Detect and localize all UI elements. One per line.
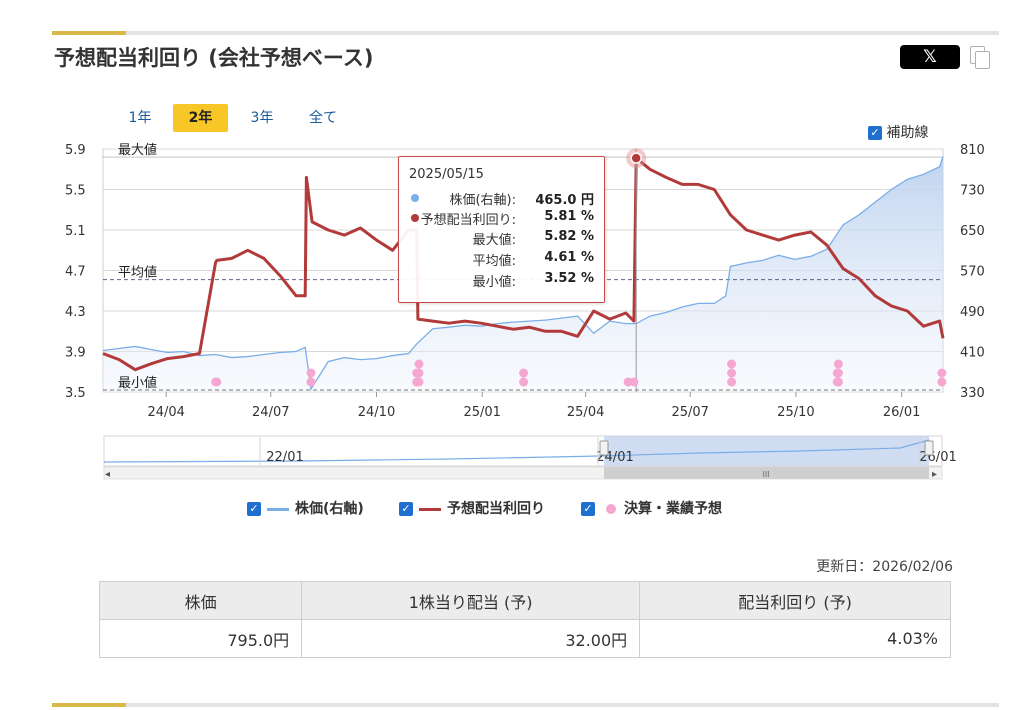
right-axis-tick: 410: [960, 346, 985, 361]
reference-label: 平均値: [118, 265, 157, 281]
event-dot: [519, 377, 529, 387]
event-dot: [833, 377, 843, 387]
x-axis-tick: 25/07: [671, 405, 708, 420]
right-axis-tick: 650: [960, 224, 985, 239]
tooltip-row: 平均値: 4.61 %: [399, 250, 594, 270]
right-axis-tick: 490: [960, 305, 985, 320]
x-axis-tick: 24/07: [252, 405, 289, 420]
left-axis-tick: 5.5: [65, 184, 86, 199]
tooltip-label: 最大値:: [472, 233, 516, 248]
scroll-grip-icon: III: [762, 470, 769, 479]
summary-table: 株価 1株当り配当 (予) 配当利回り (予) 795.0円 32.00円 4.…: [98, 581, 951, 658]
x-axis-tick: 25/01: [463, 405, 500, 420]
legend-item-yield[interactable]: ✓ 予想配当利回り: [399, 499, 545, 519]
event-dot: [937, 377, 947, 387]
line-swatch-icon: [419, 507, 441, 511]
legend-label: 決算・業績予想: [624, 501, 722, 517]
tooltip-value: 465.0 円: [535, 193, 594, 208]
tooltip-row: 最小値: 3.52 %: [399, 271, 594, 291]
tooltip-label: 予想配当利回り:: [420, 213, 516, 228]
tooltip-value: 5.82 %: [544, 229, 594, 244]
left-axis-tick: 3.5: [65, 386, 86, 401]
scroll-right-icon: ▸: [932, 469, 937, 480]
x-axis-tick: 25/10: [777, 405, 814, 420]
tooltip-row: 予想配当利回り: 5.81 %: [399, 209, 594, 229]
range-navigator: 22/01 24/01 26/01◂ ▸III: [103, 435, 957, 480]
event-dot: [833, 359, 843, 369]
checkbox-icon[interactable]: ✓: [247, 502, 261, 516]
right-axis-tick: 730: [960, 184, 985, 199]
tooltip-row: 株価(右軸): 465.0 円: [399, 189, 594, 209]
value-dividend: 32.00円: [301, 619, 641, 658]
value-yield: 4.03%: [639, 619, 951, 658]
scroll-left-icon: ◂: [105, 469, 110, 480]
event-dot: [414, 359, 424, 369]
tooltip: 2025/05/15 株価(右軸): 465.0 円 予想配当利回り: 5.81…: [398, 156, 605, 303]
event-dot: [414, 377, 424, 387]
updated-date: 更新日：2026/02/06: [816, 559, 953, 575]
checkbox-icon[interactable]: ✓: [399, 502, 413, 516]
yield-dot-icon: [411, 214, 419, 222]
tooltip-label: 最小値:: [472, 275, 516, 290]
tooltip-value: 3.52 %: [544, 271, 594, 286]
event-dot: [629, 377, 639, 387]
navigator-handle: [599, 440, 609, 456]
x-axis-tick: 24/04: [147, 405, 184, 420]
checkbox-icon[interactable]: ✓: [581, 502, 595, 516]
price-dot-icon: [411, 194, 419, 202]
header-price: 株価: [98, 581, 303, 620]
right-axis-tick: 330: [960, 386, 985, 401]
value-price: 795.0円: [98, 619, 303, 658]
line-swatch-icon: [267, 507, 289, 511]
tooltip-label: 株価(右軸):: [449, 193, 516, 208]
event-dot: [727, 359, 737, 369]
event-dot: [519, 368, 529, 378]
legend-label: 株価(右軸): [295, 501, 364, 517]
event-dot: [937, 368, 947, 378]
right-axis-tick: 570: [960, 265, 985, 280]
x-axis-tick: 25/04: [567, 405, 604, 420]
event-dot: [727, 368, 737, 378]
event-dot: [306, 377, 316, 387]
x-axis-tick: 24/10: [358, 405, 395, 420]
left-axis-tick: 5.1: [65, 224, 86, 239]
header-dividend: 1株当り配当 (予): [301, 581, 641, 620]
left-axis-tick: 4.3: [65, 305, 86, 320]
x-axis-tick: 26/01: [883, 405, 920, 420]
summary-value-row: 795.0円 32.00円 4.03%: [98, 619, 951, 658]
hover-point: [630, 152, 642, 164]
event-dot: [306, 368, 316, 378]
navigator-label: 22/01: [266, 450, 303, 465]
legend-item-price[interactable]: ✓ 株価(右軸): [247, 499, 364, 519]
header-yield: 配当利回り (予): [639, 581, 951, 620]
event-dot: [414, 368, 424, 378]
summary-header-row: 株価 1株当り配当 (予) 配当利回り (予): [98, 581, 951, 620]
event-dot: [212, 377, 222, 387]
left-axis-tick: 3.9: [65, 346, 86, 361]
tooltip-value: 5.81 %: [544, 209, 594, 224]
reference-label: 最大値: [118, 142, 157, 158]
reference-label: 最小値: [118, 375, 157, 391]
left-axis-tick: 4.7: [65, 265, 86, 280]
tooltip-value: 4.61 %: [544, 250, 594, 265]
tooltip-label: 平均値:: [472, 254, 516, 269]
bottom-accent-bar: [52, 703, 999, 707]
dot-swatch-icon: [606, 504, 616, 514]
event-dot: [833, 368, 843, 378]
navigator-handle: [924, 440, 934, 456]
navigator-selection: [604, 436, 929, 466]
tooltip-date: 2025/05/15: [409, 167, 484, 182]
left-axis-tick: 5.9: [65, 143, 86, 158]
tooltip-row: 最大値: 5.82 %: [399, 229, 594, 249]
event-dot: [727, 377, 737, 387]
legend-label: 予想配当利回り: [447, 501, 545, 517]
legend-item-events[interactable]: ✓ 決算・業績予想: [581, 499, 722, 519]
right-axis-tick: 810: [960, 143, 985, 158]
